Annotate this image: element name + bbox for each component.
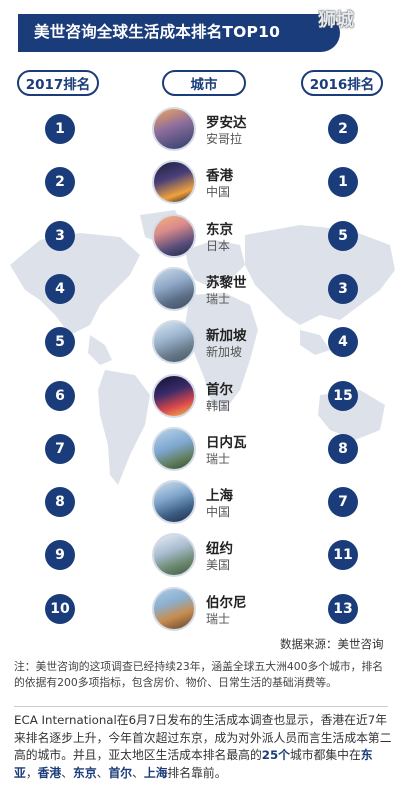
page-title: 美世咨询全球生活成本排名TOP10 [34,23,281,41]
rank-2016-badge: 15 [328,380,358,411]
rank-2016-badge: 11 [328,540,358,571]
eca-text-3: 排名靠前。 [167,765,227,780]
eca-hongkong: 香港 [37,765,62,780]
city-photo [152,586,196,631]
eca-shanghai: 上海 [143,765,168,780]
city-name: 上海 [206,488,233,505]
city-country: 美国 [206,558,231,573]
city-name: 首尔 [206,381,233,398]
eca-sep-4: 、 [132,765,144,780]
city-photo [152,426,196,471]
rank-2017-badge: 10 [45,593,75,624]
city-country: 新加坡 [206,345,243,360]
watermark-text: 狮城 [318,10,354,31]
eca-sep-1: ， [25,765,38,780]
city-country: 瑞士 [206,291,231,306]
eca-tokyo: 东京 [73,765,97,780]
city-photo [152,160,196,205]
city-name: 日内瓦 [206,434,247,451]
rank-2017-badge: 9 [45,540,75,571]
rank-2016-badge: 4 [328,327,358,358]
city-photo [152,480,196,525]
rank-2017-badge: 5 [45,327,75,358]
rank-2017-badge: 8 [45,487,75,518]
city-name: 罗安达 [206,115,247,131]
city-name: 东京 [206,221,233,238]
city-photo [152,107,196,151]
city-photo [152,373,196,418]
city-name: 香港 [206,168,233,185]
eca-text-2: 城市都集中在 [289,748,361,762]
rank-2016-badge: 7 [328,487,358,518]
city-country: 韩国 [206,398,231,413]
city-photo [152,266,196,311]
rank-2016-badge: 13 [328,593,358,624]
city-photo [152,533,196,578]
header-2016-rank: 2016排名 [301,70,383,96]
rank-2017-badge: 7 [45,433,75,464]
rank-2016-badge: 8 [328,433,358,464]
city-photo [152,213,196,258]
city-name: 新加坡 [206,328,247,345]
city-country: 瑞士 [206,611,231,626]
rank-2017-badge: 1 [45,114,75,144]
header-2017-rank: 2017排名 [17,70,99,96]
city-name: 伯尔尼 [206,594,247,611]
eca-sep-3: 、 [96,765,109,780]
rank-2017-badge: 6 [45,380,75,411]
footnote: 注：美世咨询的这项调查已经持续23年，涵盖全球五大洲400多个城市，排名的依据有… [14,660,384,689]
rank-2016-badge: 5 [328,220,358,251]
eca-seoul: 首尔 [108,765,133,780]
rank-2017-badge: 4 [45,273,75,304]
rank-2016-badge: 2 [328,114,358,144]
city-country: 瑞士 [206,451,231,466]
divider [14,706,388,707]
eca-paragraph: ECA International在6月7日发布的生活成本调查也显示，香港在近7… [14,712,392,782]
city-name: 纽约 [206,541,233,558]
city-country: 日本 [206,238,231,253]
data-source: 数据来源：美世咨询 [280,637,384,651]
city-country: 中国 [206,505,231,520]
rank-2017-badge: 2 [45,167,75,198]
city-country: 中国 [206,185,231,200]
rank-2016-badge: 1 [328,167,358,198]
header-banner: 美世咨询全球生活成本排名TOP10 狮城 [0,0,401,60]
eca-count: 25个 [261,748,290,762]
header-city: 城市 [162,70,246,96]
rank-2017-badge: 3 [45,220,75,251]
city-country: 安哥拉 [206,132,243,146]
city-name: 苏黎世 [206,274,247,291]
city-photo [152,320,196,365]
eca-sep-2: 、 [61,765,74,780]
rank-2016-badge: 3 [328,273,358,304]
